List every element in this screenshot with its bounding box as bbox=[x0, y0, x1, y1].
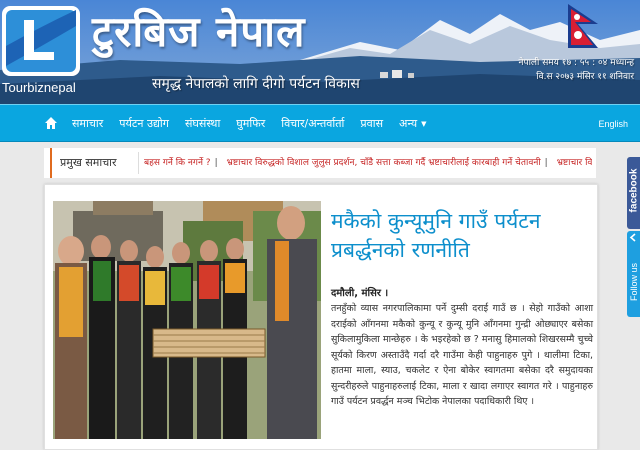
nav-item-label: पर्यटन उद्योग bbox=[119, 117, 169, 130]
ticker-item[interactable]: भ्रष्टाचार विरुद्धको विशाल विरोध र्‍याली… bbox=[557, 148, 592, 178]
nav-item-organizations[interactable]: संघसंस्था bbox=[177, 105, 228, 143]
nav-item-label: प्रवास bbox=[360, 117, 384, 130]
article-dateline: दमौली, मंसिर । bbox=[331, 288, 389, 299]
nav-item-label: अन्य bbox=[399, 117, 418, 130]
nav-item-label: संघसंस्था bbox=[184, 117, 221, 130]
caret-down-icon: ▼ bbox=[421, 120, 427, 128]
site-tagline: समृद्ध नेपालको लागि दीगो पर्यटन विकास bbox=[152, 76, 360, 92]
chevron-left-icon bbox=[629, 233, 636, 242]
facebook-label: facebook bbox=[628, 168, 640, 213]
article-photo[interactable] bbox=[53, 201, 321, 439]
site-title[interactable]: टुरबिज नेपाल bbox=[92, 2, 306, 59]
nav-item-news[interactable]: समाचार bbox=[64, 105, 111, 143]
ticker-label: प्रमुख समाचार bbox=[50, 148, 134, 178]
ticker-track: बहस गर्ने कि नगर्ने ? | भ्रष्टाचार विरुद्… bbox=[144, 148, 592, 178]
english-language-link[interactable]: English bbox=[598, 105, 628, 143]
nepal-flag-icon bbox=[568, 4, 598, 48]
ticker-separator: | bbox=[544, 158, 548, 168]
main-navigation: समाचार पर्यटन उद्योग संघसंस्था घुमफिर वि… bbox=[0, 104, 640, 142]
nav-item-diaspora[interactable]: प्रवास bbox=[352, 105, 391, 143]
nav-item-label: समाचार bbox=[72, 117, 104, 130]
follow-us-tab[interactable]: Follow us bbox=[627, 231, 640, 317]
ticker-item[interactable]: भ्रष्टाचार विरुद्धको विशाल जुलुस प्रदर्श… bbox=[227, 148, 541, 178]
logo-caption: Tourbiznepal bbox=[2, 80, 76, 95]
facebook-tab[interactable]: facebook bbox=[627, 157, 640, 229]
nav-item-tourism-industry[interactable]: पर्यटन उद्योग bbox=[111, 105, 177, 143]
nav-menu: समाचार पर्यटन उद्योग संघसंस्था घुमफिर वि… bbox=[64, 105, 434, 143]
ticker-item[interactable]: बहस गर्ने कि नगर्ने ? bbox=[144, 148, 211, 178]
nav-item-travel[interactable]: घुमफिर bbox=[228, 105, 273, 143]
article-excerpt: तनहुँको व्यास नगरपालिकामा पर्ने दुम्सी द… bbox=[331, 303, 593, 407]
site-header: Tourbiznepal टुरबिज नेपाल समृद्ध नेपालको… bbox=[0, 0, 640, 104]
nav-item-label: घुमफिर bbox=[236, 117, 266, 130]
site-logo[interactable] bbox=[2, 6, 80, 76]
nav-item-others[interactable]: अन्य ▼ bbox=[391, 105, 434, 143]
featured-article-card: मकैको कुन्यूमुनि गाउँ पर्यटन प्रबर्द्धनक… bbox=[44, 184, 598, 450]
article-headline[interactable]: मकैको कुन्यूमुनि गाउँ पर्यटन प्रबर्द्धनक… bbox=[331, 207, 591, 265]
nav-item-opinion-interview[interactable]: विचार/अन्तर्वार्ता bbox=[273, 105, 352, 143]
ticker-separator: | bbox=[214, 158, 218, 168]
home-icon[interactable] bbox=[44, 116, 58, 130]
nav-item-label: विचार/अन्तर्वार्ता bbox=[281, 117, 345, 130]
follow-us-label: Follow us bbox=[629, 263, 639, 302]
ticker-divider bbox=[138, 152, 139, 174]
nepali-time: नेपाली समय १७ : ५५ : ०४ मध्यान्ह bbox=[518, 58, 634, 68]
nepali-date-clock: नेपाली समय १७ : ५५ : ०४ मध्यान्ह वि.स २०… bbox=[518, 56, 634, 84]
nepali-date: वि.स २०७३ मंसिर ११ शनिवार bbox=[536, 72, 634, 82]
breaking-news-ticker: प्रमुख समाचार बहस गर्ने कि नगर्ने ? | भ्र… bbox=[44, 148, 596, 178]
